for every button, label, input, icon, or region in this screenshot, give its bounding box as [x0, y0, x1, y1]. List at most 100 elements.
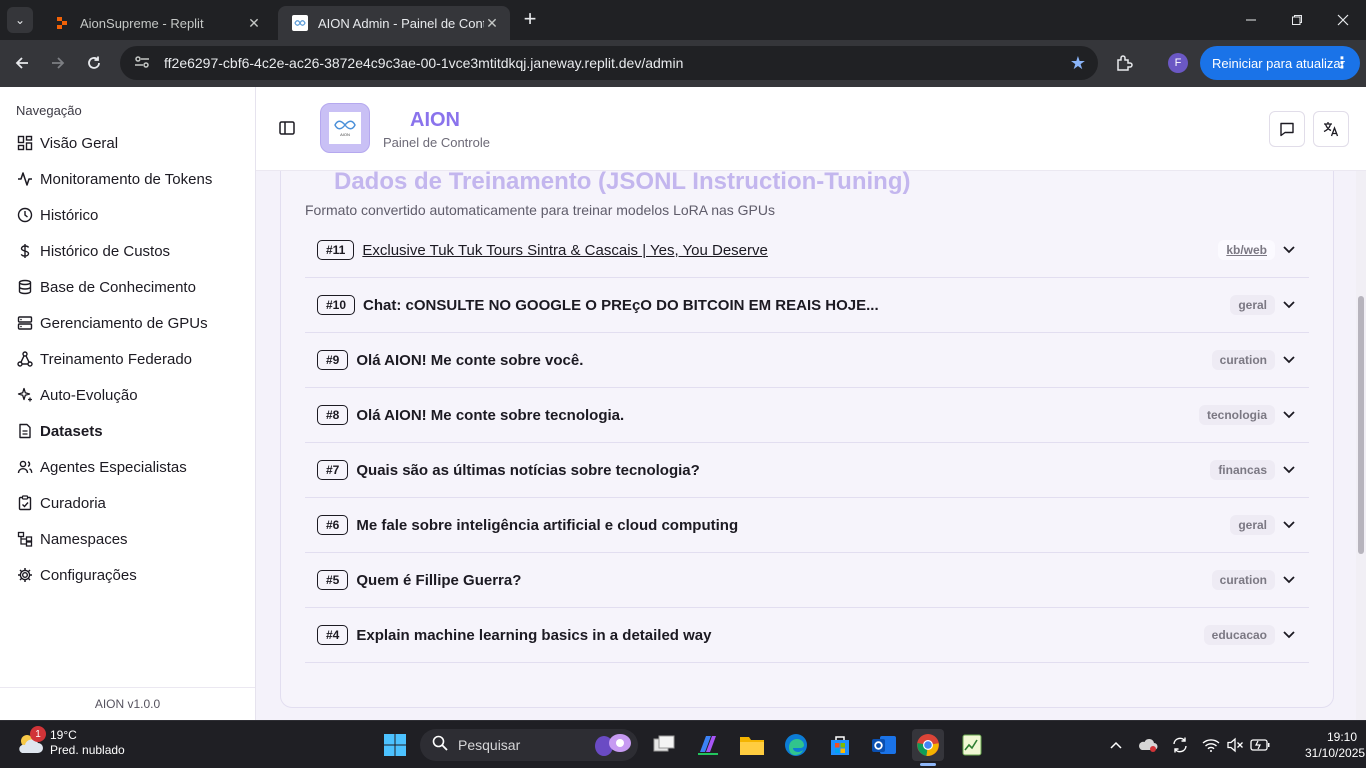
- translate-icon: [1323, 122, 1339, 137]
- training-row[interactable]: #11 Exclusive Tuk Tuk Tours Sintra & Cas…: [305, 223, 1309, 278]
- sidebar-item-base-conhecimento[interactable]: Base de Conhecimento: [16, 273, 246, 301]
- row-category-tag: financas: [1210, 460, 1275, 480]
- sidebar-item-label: Histórico: [40, 206, 99, 224]
- tab-close-icon[interactable]: ✕: [246, 15, 262, 32]
- sidebar-item-visao-geral[interactable]: Visão Geral: [16, 129, 246, 157]
- chevron-down-icon[interactable]: [1281, 352, 1297, 368]
- training-row[interactable]: #4 Explain machine learning basics in a …: [305, 608, 1309, 663]
- profile-avatar[interactable]: F: [1168, 53, 1188, 73]
- tab-aion-admin[interactable]: AION Admin - Painel de Controle ✕: [278, 6, 510, 40]
- training-row[interactable]: #6 Me fale sobre inteligência artificial…: [305, 498, 1309, 553]
- sidebar-item-label: Visão Geral: [40, 134, 119, 152]
- minimize-window-icon[interactable]: [1228, 0, 1274, 40]
- training-row[interactable]: #8 Olá AION! Me conte sobre tecnologia. …: [305, 388, 1309, 443]
- chevron-down-icon[interactable]: [1281, 407, 1297, 423]
- chrome-browser-icon[interactable]: [912, 729, 944, 761]
- sidebar-item-historico[interactable]: Histórico: [16, 201, 246, 229]
- training-row[interactable]: #9 Olá AION! Me conte sobre você. curati…: [305, 333, 1309, 388]
- chevron-down-icon[interactable]: [1281, 462, 1297, 478]
- sidebar-item-auto-evolucao[interactable]: Auto-Evolução: [16, 381, 246, 409]
- training-row[interactable]: #7 Quais são as últimas notícias sobre t…: [305, 443, 1309, 498]
- task-view-icon[interactable]: [648, 729, 680, 761]
- chevron-down-icon[interactable]: [1281, 242, 1297, 258]
- section-title: Dados de Treinamento (JSONL Instruction-…: [334, 171, 911, 195]
- chevron-down-icon[interactable]: [1281, 517, 1297, 533]
- tab-close-icon[interactable]: ✕: [484, 15, 500, 32]
- sidebar-item-historico-custos[interactable]: Histórico de Custos: [16, 237, 246, 265]
- weather-temperature: 19°C: [50, 728, 77, 742]
- show-hidden-icons-chevron-up-icon[interactable]: [1106, 735, 1126, 755]
- row-title: Olá AION! Me conte sobre você.: [356, 351, 584, 369]
- language-button[interactable]: [1313, 111, 1349, 147]
- onedrive-icon[interactable]: [1138, 735, 1158, 755]
- sidebar-item-datasets[interactable]: Datasets: [16, 417, 246, 445]
- address-bar[interactable]: ff2e6297-cbf6-4c2e-ac26-3872e4c9c3ae-00-…: [120, 46, 1098, 80]
- outlook-icon[interactable]: [868, 729, 900, 761]
- microsoft-store-icon[interactable]: [824, 729, 856, 761]
- restore-window-icon[interactable]: [1274, 0, 1320, 40]
- windows-start-icon[interactable]: [379, 729, 411, 761]
- clipboard-check-icon: [16, 494, 34, 512]
- row-category-tag: educacao: [1203, 625, 1275, 645]
- volume-muted-icon[interactable]: [1225, 735, 1245, 755]
- taskbar-clock[interactable]: 19:10 31/10/2025: [1305, 729, 1365, 761]
- chevron-down-icon[interactable]: [1281, 572, 1297, 588]
- edge-browser-icon[interactable]: [780, 729, 812, 761]
- more-menu-icon[interactable]: ⋮: [1334, 53, 1350, 73]
- sidebar-item-namespaces[interactable]: Namespaces: [16, 525, 246, 553]
- weather-widget[interactable]: 1 19°C Pred. nublado: [14, 726, 125, 759]
- tab-aionsupreme-replit[interactable]: AionSupreme - Replit ✕: [40, 6, 272, 40]
- sidebar-toggle-icon[interactable]: [278, 119, 296, 137]
- sidebar-item-gerenciamento-gpus[interactable]: Gerenciamento de GPUs: [16, 309, 246, 337]
- training-data-card: Dados de Treinamento (JSONL Instruction-…: [280, 171, 1334, 708]
- close-window-icon[interactable]: [1320, 0, 1366, 40]
- scrollbar-thumb[interactable]: [1358, 296, 1364, 554]
- back-arrow-icon[interactable]: [10, 51, 34, 75]
- row-number-badge: #9: [317, 350, 349, 370]
- network-icon: [16, 350, 34, 368]
- row-title: Explain machine learning basics in a det…: [356, 626, 712, 644]
- weather-cloud-sun-icon: 1: [14, 726, 46, 759]
- wifi-icon[interactable]: [1201, 735, 1221, 755]
- sidebar-item-agentes-especialistas[interactable]: Agentes Especialistas: [16, 453, 246, 481]
- new-tab-button[interactable]: +: [518, 8, 542, 32]
- activity-monitor-app-icon[interactable]: [956, 729, 988, 761]
- training-row[interactable]: #5 Quem é Fillipe Guerra? curation: [305, 553, 1309, 608]
- sidebar-item-configuracoes[interactable]: Configurações: [16, 561, 246, 589]
- app-header: AION AION Painel de Controle: [256, 87, 1366, 171]
- aion-logo: AION: [320, 103, 370, 153]
- extensions-puzzle-icon[interactable]: [1113, 52, 1135, 74]
- tab-search-button[interactable]: ⌄: [7, 7, 33, 33]
- sidebar-item-treinamento-federado[interactable]: Treinamento Federado: [16, 345, 246, 373]
- sidebar-item-curadoria[interactable]: Curadoria: [16, 489, 246, 517]
- database-icon: [16, 278, 34, 296]
- chevron-down-icon[interactable]: [1281, 297, 1297, 313]
- file-explorer-icon[interactable]: [736, 729, 768, 761]
- users-icon: [16, 458, 34, 476]
- file-icon: [16, 422, 34, 440]
- restart-to-update-button[interactable]: Reiniciar para atualizar ⋮: [1200, 46, 1360, 80]
- microsoft-365-icon[interactable]: [692, 729, 724, 761]
- aion-logo-mark: AION: [329, 112, 361, 144]
- active-app-indicator: [920, 763, 936, 766]
- page-scrollbar[interactable]: [1356, 171, 1366, 720]
- update-label: Reiniciar para atualizar: [1212, 55, 1345, 71]
- bookmark-star-icon[interactable]: ★: [1070, 53, 1086, 74]
- forward-arrow-icon[interactable]: [46, 51, 70, 75]
- tab-title: AION Admin - Painel de Controle: [318, 15, 484, 31]
- chevron-down-icon[interactable]: [1281, 627, 1297, 643]
- taskbar-search-box[interactable]: Pesquisar: [420, 729, 638, 761]
- chat-button[interactable]: [1269, 111, 1305, 147]
- clock-icon: [16, 206, 34, 224]
- sidebar-item-monitoramento-tokens[interactable]: Monitoramento de Tokens: [16, 165, 246, 193]
- site-info-icon[interactable]: [134, 55, 152, 72]
- sidebar-item-label: Base de Conhecimento: [40, 278, 196, 296]
- row-category-tag[interactable]: kb/web: [1218, 240, 1275, 260]
- sync-icon[interactable]: [1170, 735, 1190, 755]
- browser-tab-bar: ⌄ AionSupreme - Replit ✕ AION Admin - Pa…: [0, 0, 1366, 40]
- training-row[interactable]: #10 Chat: cONSULTE NO GOOGLE O PREçO DO …: [305, 278, 1309, 333]
- reload-icon[interactable]: [82, 51, 106, 75]
- row-title-link[interactable]: Exclusive Tuk Tuk Tours Sintra & Cascais…: [362, 242, 1218, 259]
- sidebar-item-label: Namespaces: [40, 530, 128, 548]
- battery-icon[interactable]: [1250, 735, 1270, 755]
